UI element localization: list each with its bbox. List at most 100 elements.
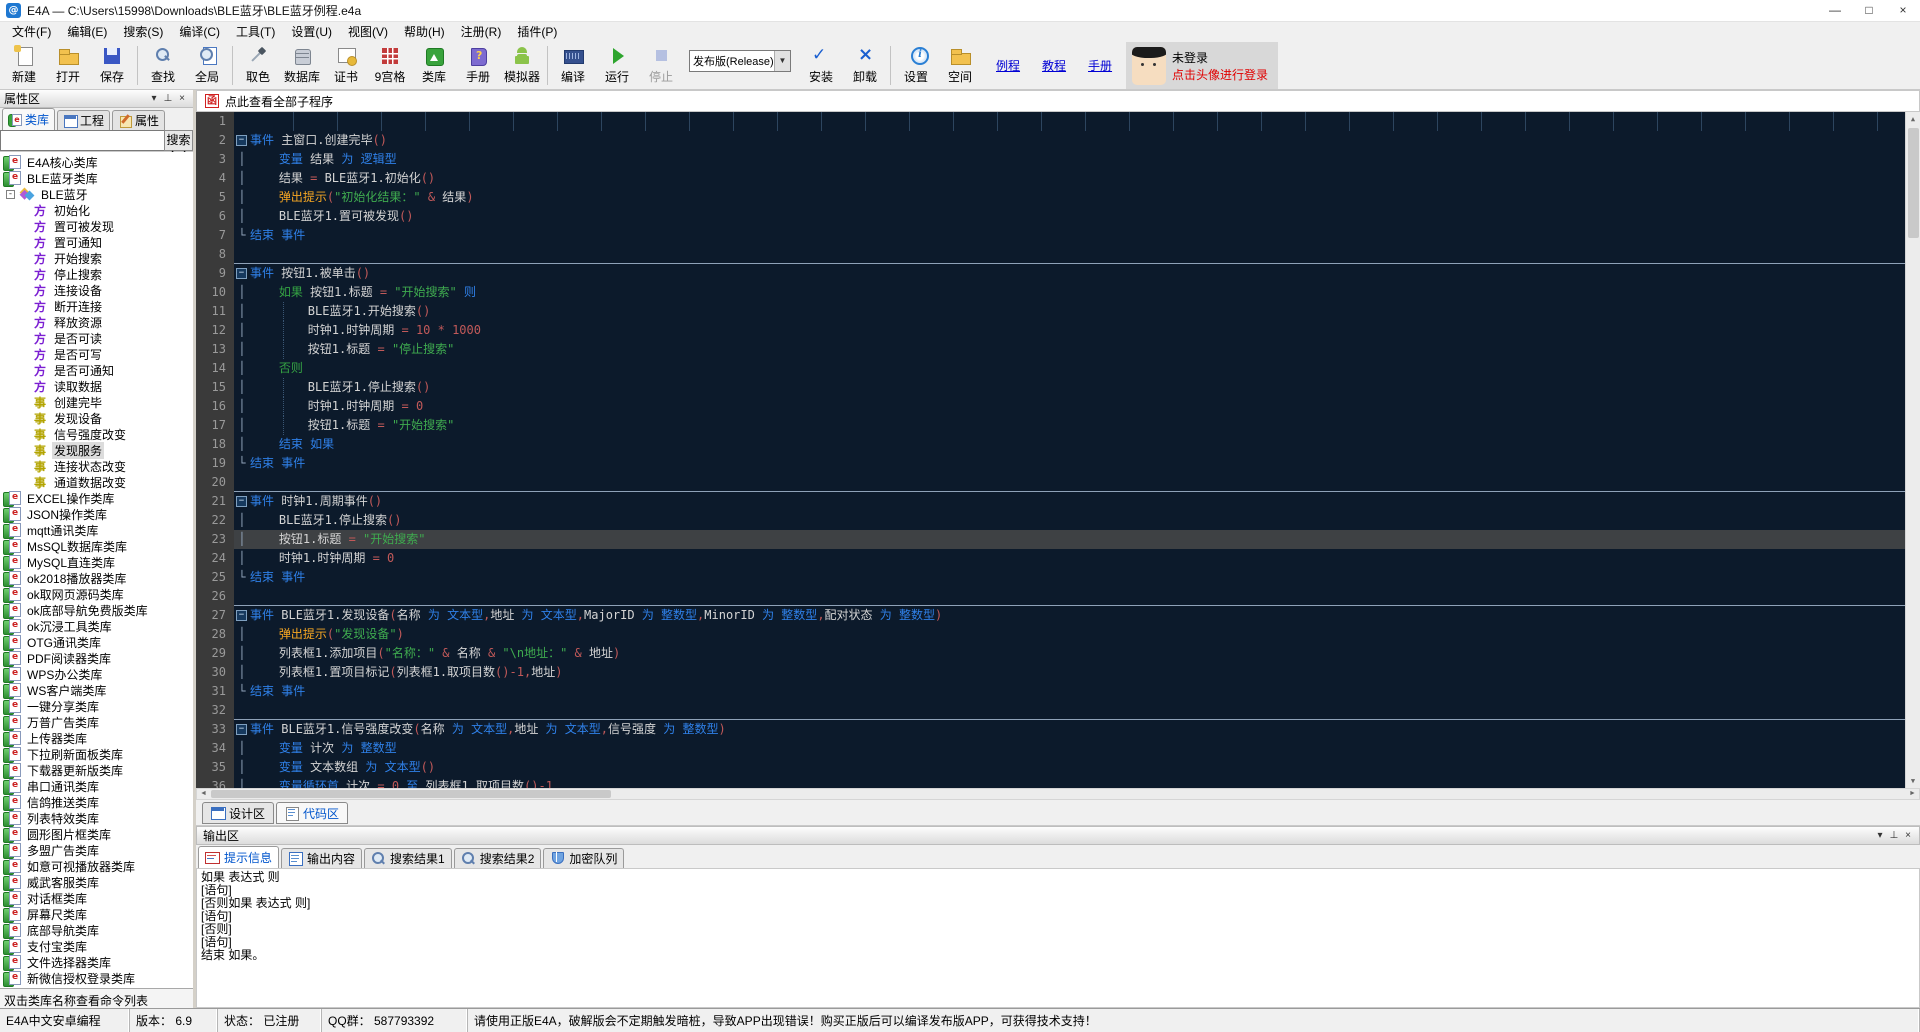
close-icon[interactable]: × — [175, 91, 189, 107]
tree-item[interactable]: 方是否可读 — [0, 330, 193, 346]
compile-button[interactable]: 编译 — [551, 42, 595, 89]
manual-link[interactable]: 手册 — [1088, 57, 1112, 74]
tree-item[interactable]: 一键分享类库 — [0, 698, 193, 715]
tree-item[interactable]: ok沉浸工具类库 — [0, 618, 193, 635]
tree-item[interactable]: 支付宝类库 — [0, 938, 193, 955]
tree-item[interactable]: 方是否可通知 — [0, 362, 193, 378]
tree-item[interactable]: MySQL直连类库 — [0, 554, 193, 571]
tab-design-area[interactable]: 设计区 — [202, 802, 275, 824]
vertical-scrollbar[interactable]: ▲ ▼ — [1905, 112, 1920, 788]
menu-item-4[interactable]: 工具(T) — [228, 22, 283, 42]
open-button[interactable]: 打开 — [46, 42, 90, 89]
database-button[interactable]: 数据库 — [280, 42, 324, 89]
dropdown-arrow-icon[interactable]: ▾ — [1873, 828, 1887, 844]
tree-item[interactable]: BLE蓝牙类库 — [0, 170, 193, 187]
tree-item[interactable]: 事发现服务 — [0, 441, 193, 459]
pin-icon[interactable]: ⊥ — [161, 91, 175, 107]
search-input[interactable] — [0, 130, 164, 151]
code-line[interactable]: 10 │ 如果 按钮1.标题 = "开始搜索" 则 — [196, 283, 1920, 302]
avatar[interactable] — [1132, 46, 1167, 85]
tree-item[interactable]: 新微信授权登录类库 — [0, 970, 193, 987]
collapse-icon[interactable]: − — [236, 135, 247, 146]
settings-button[interactable]: 设置 — [894, 42, 938, 89]
tree-item[interactable]: 方开始搜索 — [0, 250, 193, 266]
tree-item[interactable]: 圆形图片框类库 — [0, 826, 193, 843]
code-line[interactable]: 29 │ 列表框1.添加项目("名称：" & 名称 & "\n地址：" & 地址) — [196, 644, 1920, 663]
menu-item-5[interactable]: 设置(U) — [283, 22, 340, 42]
subroutine-bar[interactable]: 函 点此查看全部子程序 — [196, 90, 1920, 112]
tree-item[interactable]: 下载器更新版类库 — [0, 762, 193, 779]
code-line[interactable]: 20 — [196, 473, 1920, 492]
tree-item[interactable]: 上传器类库 — [0, 730, 193, 747]
tree-item[interactable]: 事创建完毕 — [0, 394, 193, 410]
tree-item[interactable]: 事发现设备 — [0, 410, 193, 426]
tree-item[interactable]: 多盟广告类库 — [0, 842, 193, 859]
color-picker-button[interactable]: 取色 — [236, 42, 280, 89]
code-line[interactable]: 12 │ 时钟1.时钟周期 = 10 * 1000 — [196, 321, 1920, 340]
menu-item-8[interactable]: 注册(R) — [453, 22, 510, 42]
code-line[interactable]: 15 │ BLE蓝牙1.停止搜索() — [196, 378, 1920, 397]
menu-item-9[interactable]: 插件(P) — [509, 22, 565, 42]
tree-item[interactable]: 方释放资源 — [0, 314, 193, 330]
tree-item[interactable]: 威武客服类库 — [0, 874, 193, 891]
code-editor[interactable]: 1 2− 事件 主窗口.创建完毕() 3 │ 变量 结果 为 逻辑型 4 │ 结果 = BL… — [196, 112, 1920, 788]
code-line[interactable]: 25 └ 结束 事件 — [196, 568, 1920, 587]
expander-icon[interactable]: - — [6, 189, 15, 199]
tree-item[interactable]: 事通道数据改变 — [0, 474, 193, 490]
code-line[interactable]: 28 │ 弹出提示("发现设备") — [196, 625, 1920, 644]
tree-item[interactable]: 如意可视播放器类库 — [0, 858, 193, 875]
uninstall-button[interactable]: 卸载 — [843, 42, 887, 89]
release-mode-select[interactable]: 发布版(Release) ▼ — [689, 50, 791, 72]
scroll-down-icon[interactable]: ▼ — [1906, 774, 1920, 788]
code-line[interactable]: 5 │ 弹出提示("初始化结果：" & 结果) — [196, 188, 1920, 207]
tree-item[interactable]: OTG通讯类库 — [0, 634, 193, 651]
code-line[interactable]: 3 │ 变量 结果 为 逻辑型 — [196, 150, 1920, 169]
code-line[interactable]: 27− 事件 BLE蓝牙1.发现设备(名称 为 文本型,地址 为 文本型,Majo… — [196, 606, 1920, 625]
maximize-button[interactable]: □ — [1852, 0, 1886, 22]
pin-icon[interactable]: ⊥ — [1887, 828, 1901, 844]
tree-item[interactable]: JSON操作类库 — [0, 506, 193, 523]
tree-item[interactable]: 串口通讯类库 — [0, 778, 193, 795]
collapse-icon[interactable]: − — [236, 496, 247, 507]
code-line[interactable]: 16 │ 时钟1.时钟周期 = 0 — [196, 397, 1920, 416]
tree-item[interactable]: - BLE蓝牙 — [0, 186, 193, 202]
collapse-icon[interactable]: − — [236, 610, 247, 621]
run-button[interactable]: 运行 — [595, 42, 639, 89]
tab-search-result-2[interactable]: 搜索结果2 — [453, 848, 542, 868]
global-search-button[interactable]: 全局 — [185, 42, 229, 89]
tree-item[interactable]: 对话框类库 — [0, 890, 193, 907]
menu-item-3[interactable]: 编译(C) — [171, 22, 228, 42]
code-line[interactable]: 2− 事件 主窗口.创建完毕() — [196, 131, 1920, 150]
tree-item[interactable]: 方读取数据 — [0, 378, 193, 394]
code-line[interactable]: 13 │ 按钮1.标题 = "停止搜索" — [196, 340, 1920, 359]
code-line[interactable]: 34 │ 变量 计次 为 整数型 — [196, 739, 1920, 758]
vertical-scroll-thumb[interactable] — [1908, 128, 1919, 238]
dropdown-arrow-icon[interactable]: ▾ — [147, 91, 161, 107]
menu-item-1[interactable]: 编辑(E) — [59, 22, 115, 42]
code-line[interactable]: 23 │ 按钮1.标题 = "开始搜索" — [196, 530, 1920, 549]
collapse-icon[interactable]: − — [236, 724, 247, 735]
menu-item-6[interactable]: 视图(V) — [340, 22, 396, 42]
collapse-icon[interactable]: − — [236, 268, 247, 279]
tab-libraries[interactable]: 类库 — [2, 108, 56, 130]
tab-project[interactable]: 工程 — [57, 110, 111, 130]
manual-button[interactable]: 手册 — [456, 42, 500, 89]
horizontal-scrollbar[interactable]: ◄ ► — [196, 788, 1920, 800]
tree-item[interactable]: WS客户端类库 — [0, 682, 193, 699]
scroll-right-icon[interactable]: ► — [1906, 789, 1919, 799]
code-line[interactable]: 33− 事件 BLE蓝牙1.信号强度改变(名称 为 文本型,地址 为 文本型,信号… — [196, 720, 1920, 739]
emulator-button[interactable]: 模拟器 — [500, 42, 544, 89]
code-line[interactable]: 7 └ 结束 事件 — [196, 226, 1920, 245]
new-button[interactable]: 新建 — [2, 42, 46, 89]
tree-item[interactable]: 方停止搜索 — [0, 266, 193, 282]
code-line[interactable]: 14 │ 否则 — [196, 359, 1920, 378]
code-line[interactable]: 4 │ 结果 = BLE蓝牙1.初始化() — [196, 169, 1920, 188]
code-line[interactable]: 19 └ 结束 事件 — [196, 454, 1920, 473]
close-button[interactable]: × — [1886, 0, 1920, 22]
close-icon[interactable]: × — [1901, 828, 1915, 844]
tree-item[interactable]: mqtt通讯类库 — [0, 522, 193, 539]
chevron-down-icon[interactable]: ▼ — [774, 51, 790, 71]
install-button[interactable]: 安装 — [799, 42, 843, 89]
code-line[interactable]: 17 │ 按钮1.标题 = "开始搜索" — [196, 416, 1920, 435]
login-area[interactable]: 未登录 点击头像进行登录 — [1126, 42, 1279, 89]
